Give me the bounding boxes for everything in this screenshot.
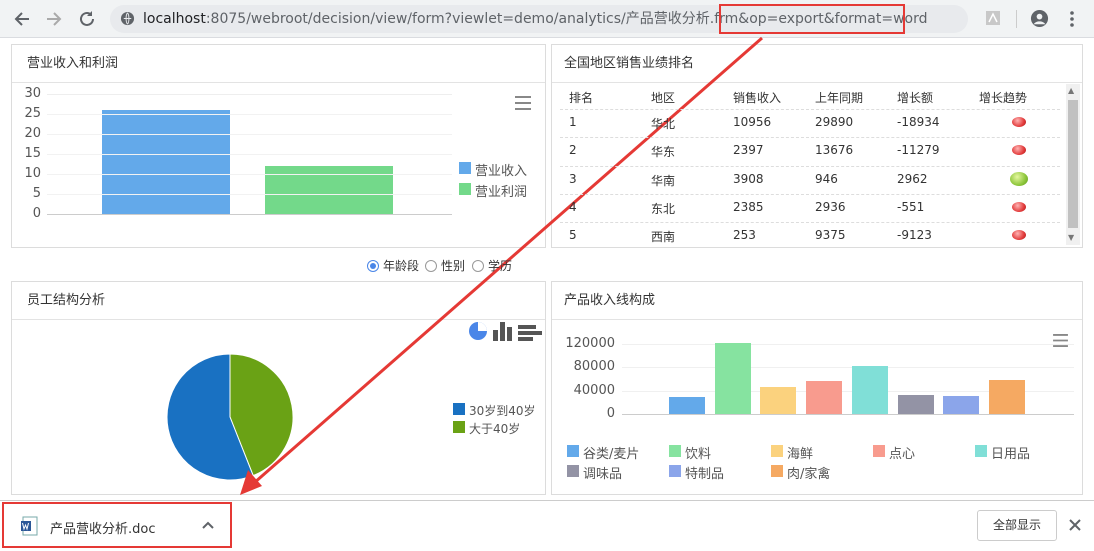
cell-growth: -18934 <box>897 115 940 129</box>
radio-label: 学历 <box>488 259 513 273</box>
legend-swatch <box>567 465 579 477</box>
legend-label: 肉/家禽 <box>787 467 831 482</box>
cell-growth: 2962 <box>897 171 928 186</box>
y-tick-label: 25 <box>24 106 41 121</box>
bar-日用品 <box>851 365 888 414</box>
legend-label: 特制品 <box>685 467 725 482</box>
cell-last-year: 946 <box>815 171 838 186</box>
legend-label: 谷类/麦片 <box>583 447 640 462</box>
y-tick-label: 15 <box>24 146 41 161</box>
y-tick-label: 0 <box>606 406 615 421</box>
legend-swatch <box>669 465 681 477</box>
gridline <box>47 194 452 195</box>
trend-indicator-icon <box>1010 171 1028 186</box>
radio-label: 年龄段 <box>383 259 420 273</box>
bar-海鲜 <box>760 386 797 414</box>
cell-sales: 10956 <box>733 115 772 129</box>
legend-swatch <box>567 445 579 457</box>
word-doc-icon <box>21 516 38 536</box>
radio-option[interactable]: 性别 <box>425 257 465 274</box>
bar-调味品 <box>897 394 934 414</box>
bar-肉/家禽 <box>988 379 1025 414</box>
gridline <box>47 174 452 175</box>
cell-rank: 1 <box>569 115 577 129</box>
legend-swatch <box>669 445 681 457</box>
radio-label: 性别 <box>441 259 466 273</box>
legend-label: 点心 <box>889 447 916 462</box>
legend-swatch <box>771 465 783 477</box>
cell-rank: 4 <box>569 199 577 214</box>
cell-growth: -551 <box>897 199 925 214</box>
legend-swatch <box>771 445 783 457</box>
legend-swatch <box>873 445 885 457</box>
annotation-arrow <box>240 36 763 495</box>
cell-sales: 253 <box>733 228 756 243</box>
cell-region: 东北 <box>651 201 676 216</box>
cell-sales: 3908 <box>733 171 764 186</box>
legend-label: 调味品 <box>583 467 623 482</box>
cell-growth: -9123 <box>897 228 932 243</box>
table-row-divider <box>560 193 1060 195</box>
table-row-divider <box>560 165 1060 167</box>
cell-last-year: 29890 <box>815 115 854 129</box>
table-row-divider <box>560 137 1060 139</box>
y-tick-label: 5 <box>32 186 41 201</box>
gridline <box>47 134 452 135</box>
y-tick-label: 80000 <box>573 359 615 375</box>
radio-circle-icon[interactable] <box>472 259 484 272</box>
cell-growth: -11279 <box>897 143 940 158</box>
gridline <box>622 367 1074 369</box>
y-tick-label: 40000 <box>573 382 615 398</box>
cell-region: 西南 <box>651 230 676 245</box>
legend-label: 海鲜 <box>787 447 814 462</box>
show-all-button[interactable]: 全部显示 <box>977 510 1057 541</box>
legend-swatch <box>975 445 987 457</box>
radio-circle-icon[interactable] <box>425 259 437 272</box>
radio-option[interactable]: 学历 <box>472 257 512 274</box>
y-tick-label: 30 <box>24 86 41 101</box>
gridline <box>622 414 1074 415</box>
cell-sales: 2397 <box>733 143 764 158</box>
legend-label: 饮料 <box>685 447 712 462</box>
y-tick-label: 20 <box>24 126 41 141</box>
cell-last-year: 2936 <box>815 199 846 214</box>
gridline <box>47 154 452 155</box>
cell-last-year: 9375 <box>815 228 846 243</box>
gridline <box>622 344 1074 345</box>
trend-indicator-icon <box>1012 117 1026 127</box>
close-icon[interactable] <box>1068 518 1082 532</box>
trend-indicator-icon <box>1012 201 1026 212</box>
cell-region: 华南 <box>651 173 676 188</box>
gridline <box>47 114 452 115</box>
cell-region: 华北 <box>651 117 676 131</box>
bar-点心 <box>806 380 843 414</box>
legend-label: 日用品 <box>991 447 1031 462</box>
cell-rank: 2 <box>569 143 577 158</box>
radio-dot-icon <box>370 262 376 269</box>
table-row-divider <box>560 109 1060 110</box>
download-filename: 产品营收分析.doc <box>50 522 156 537</box>
cell-last-year: 13676 <box>815 143 854 158</box>
cell-rank: 3 <box>569 171 577 186</box>
y-tick-label: 10 <box>24 166 41 181</box>
radio-option[interactable]: 年龄段 <box>367 257 419 274</box>
y-tick-label: 120000 <box>565 336 615 351</box>
y-tick-label: 0 <box>32 206 41 221</box>
cell-sales: 2385 <box>733 199 764 214</box>
table-row-divider <box>560 222 1060 224</box>
radio-circle-icon[interactable] <box>367 259 379 272</box>
bar-谷类/麦片 <box>669 396 705 414</box>
bar-特制品 <box>943 395 980 414</box>
cell-rank: 5 <box>569 228 577 243</box>
cell-region: 华东 <box>651 145 676 160</box>
chevron-up-icon[interactable] <box>201 519 215 531</box>
bar-饮料 <box>714 342 751 414</box>
